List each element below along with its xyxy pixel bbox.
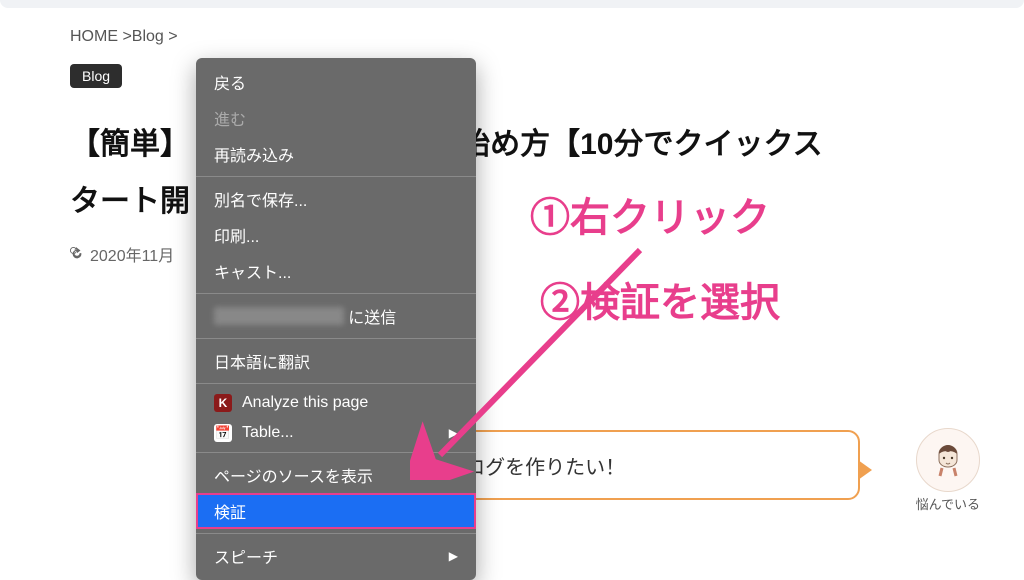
cm-analyze[interactable]: KAnalyze this page — [196, 388, 476, 418]
avatar-block: 悩んでいる — [916, 428, 980, 513]
category-tag[interactable]: Blog — [70, 64, 122, 88]
blurred-device-name: XXXXX XXXXXX — [214, 307, 344, 325]
breadcrumb-separator: > — [122, 28, 131, 45]
context-menu: 戻る 進む 再読み込み 別名で保存... 印刷... キャスト... XXXXX… — [196, 58, 476, 580]
cm-separator — [196, 452, 476, 453]
cm-cast[interactable]: キャスト... — [196, 253, 476, 289]
cm-view-source[interactable]: ページのソースを表示 — [196, 457, 476, 493]
cm-translate[interactable]: 日本語に翻訳 — [196, 343, 476, 379]
cm-print[interactable]: 印刷... — [196, 217, 476, 253]
breadcrumb-blog[interactable]: Blog — [132, 28, 164, 45]
avatar-label: 悩んでいる — [916, 494, 980, 513]
title-line2: タート開 — [70, 185, 190, 218]
window-frame-top — [0, 0, 1024, 8]
cm-forward: 進む — [196, 100, 476, 136]
title-prefix: 【簡単】 — [70, 128, 190, 161]
cm-separator — [196, 383, 476, 384]
cm-reload[interactable]: 再読み込み — [196, 136, 476, 172]
cm-separator — [196, 533, 476, 534]
avatar-icon — [916, 428, 980, 492]
cm-send-to[interactable]: XXXXX XXXXXX に送信 — [196, 298, 476, 334]
title-mid: の始め方【10分でクイックス — [430, 128, 822, 161]
breadcrumb: HOME >Blog > — [70, 28, 964, 46]
cm-separator — [196, 338, 476, 339]
k-icon: K — [214, 394, 232, 412]
chevron-right-icon: ▶ — [449, 426, 458, 440]
breadcrumb-separator: > — [168, 28, 177, 45]
breadcrumb-home[interactable]: HOME — [70, 28, 118, 45]
refresh-icon — [70, 247, 84, 261]
post-date: 2020年11月 — [90, 242, 174, 266]
page-content: HOME >Blog > Blog 【簡単】XXXXXXXXXXXXの始め方【1… — [0, 8, 1024, 266]
cm-speech[interactable]: スピーチ ▶ — [196, 538, 476, 574]
annotation-step-1: ①右クリック — [530, 185, 770, 243]
cm-separator — [196, 293, 476, 294]
cm-separator — [196, 176, 476, 177]
cm-back[interactable]: 戻る — [196, 64, 476, 100]
cm-table[interactable]: 📅Table... ▶ — [196, 418, 476, 448]
cm-save-as[interactable]: 別名で保存... — [196, 181, 476, 217]
annotation-step-2: ②検証を選択 — [540, 270, 780, 328]
table-icon: 📅 — [214, 424, 232, 442]
chevron-right-icon: ▶ — [449, 549, 458, 563]
